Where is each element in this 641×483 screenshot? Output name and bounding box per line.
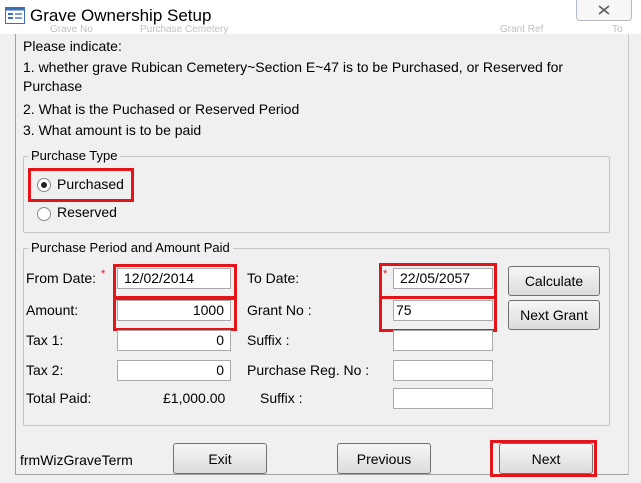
title-bar: Grave Ownership Setup Grave No Purchase … [0,0,641,35]
from-date-input[interactable]: 12/02/2014 [117,268,231,289]
next-button[interactable]: Next [499,443,593,474]
close-button[interactable] [576,0,632,21]
from-date-required-mark: * [101,268,106,280]
previous-button-label: Previous [356,450,412,467]
from-date-label: From Date: [26,270,97,286]
exit-button[interactable]: Exit [173,443,267,474]
instruction-line-2: 2. What is the Puchased or Reserved Peri… [23,101,300,117]
purchase-type-legend: Purchase Type [28,148,121,163]
purchase-period-legend: Purchase Period and Amount Paid [28,240,233,255]
suffix-2-input[interactable] [393,388,493,409]
grant-no-label: Grant No : [247,302,312,318]
radio-selected-dot [41,182,47,188]
next-grant-button[interactable]: Next Grant [508,300,600,330]
purchase-reg-no-label: Purchase Reg. No : [247,362,370,378]
reserved-radio[interactable] [37,207,51,221]
tax-2-input[interactable]: 0 [117,360,231,381]
purchase-reg-no-input[interactable] [393,360,493,381]
next-grant-button-label: Next Grant [520,307,588,323]
purchased-label[interactable]: Purchased [57,176,124,192]
instruction-line-1-continued: Purchase [23,78,83,94]
tax-1-input[interactable]: 0 [117,330,231,351]
previous-button[interactable]: Previous [337,443,431,474]
to-date-label: To Date: [247,270,300,286]
to-date-input[interactable]: 22/05/2057 [393,268,493,289]
next-button-label: Next [531,450,561,467]
instruction-line-1: 1. whether grave Rubican Cemetery~Sectio… [23,59,564,75]
purchased-radio[interactable] [37,178,51,192]
suffix-1-label: Suffix : [247,332,290,348]
calculate-button-label: Calculate [524,273,584,289]
amount-label: Amount: [26,302,79,318]
total-paid-value: £1,000.00 [163,390,226,406]
tax-2-label: Tax 2: [26,362,64,378]
grave-ownership-setup-window: Grave Ownership Setup Grave No Purchase … [0,0,641,483]
window-title: Grave Ownership Setup [30,6,212,25]
suffix-2-label: Suffix : [260,390,303,406]
total-paid-label: Total Paid: [26,390,92,406]
close-icon [598,5,610,15]
form-icon [5,7,25,24]
grant-no-input[interactable]: 75 [393,300,493,321]
reserved-label[interactable]: Reserved [57,204,117,220]
instruction-line-3: 3. What amount is to be paid [23,122,202,138]
tax-1-label: Tax 1: [26,332,64,348]
purchase-type-group [23,156,610,233]
form-name-label: frmWizGraveTerm [20,452,133,468]
instructions-heading: Please indicate: [23,38,122,54]
calculate-button[interactable]: Calculate [508,266,600,296]
to-date-required-mark: * [383,268,388,280]
exit-button-label: Exit [208,450,232,467]
amount-input[interactable]: 1000 [117,300,231,321]
suffix-1-input[interactable] [393,330,493,351]
